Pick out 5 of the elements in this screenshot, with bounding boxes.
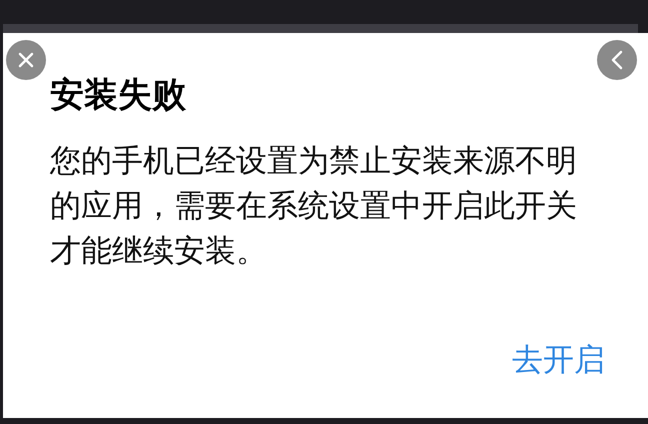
close-icon xyxy=(18,52,34,68)
dialog-title: 安装失败 xyxy=(50,74,187,117)
back-icon xyxy=(610,50,624,70)
dialog-message: 您的手机已经设置为禁止安装来源不明的应用，需要在系统设置中开启此开关才能继续安装。 xyxy=(50,142,578,271)
enable-button[interactable]: 去开启 xyxy=(512,340,605,380)
